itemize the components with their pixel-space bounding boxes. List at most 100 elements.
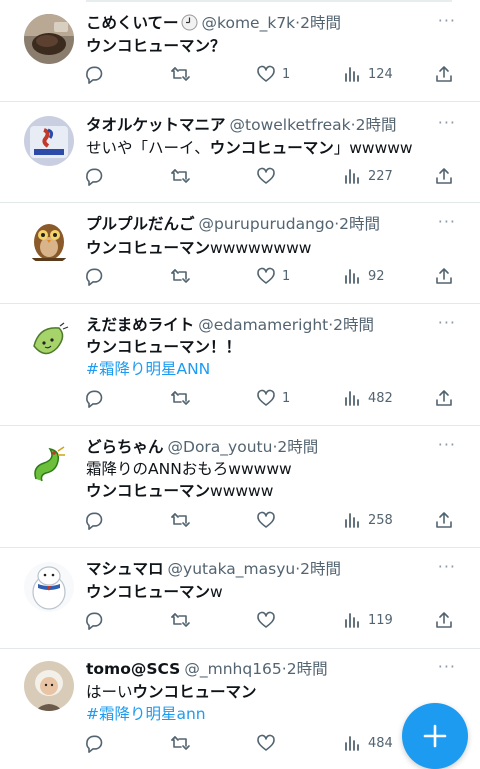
- retweet-button[interactable]: [170, 510, 196, 530]
- reply-button[interactable]: [84, 266, 110, 286]
- timestamp[interactable]: 2時間: [287, 660, 328, 678]
- views-button[interactable]: 258: [342, 510, 393, 530]
- avatar[interactable]: [24, 316, 74, 366]
- reply-button[interactable]: [84, 388, 110, 408]
- compose-tweet-button[interactable]: [402, 703, 468, 769]
- reply-icon: [86, 66, 103, 84]
- retweet-button[interactable]: [170, 388, 196, 408]
- views-button[interactable]: 124: [342, 64, 393, 84]
- more-options-icon[interactable]: ···: [438, 657, 456, 676]
- display-name[interactable]: どらちゃん: [86, 438, 164, 456]
- share-button[interactable]: [434, 266, 454, 286]
- retweet-icon: [171, 736, 190, 750]
- user-handle[interactable]: @towelketfreak: [230, 116, 351, 134]
- reply-button[interactable]: [84, 510, 110, 530]
- hashtag-link[interactable]: #霜降り明星ANN: [86, 360, 210, 378]
- avatar[interactable]: [24, 562, 74, 612]
- share-button[interactable]: [434, 64, 454, 84]
- share-button[interactable]: [434, 166, 454, 186]
- retweet-button[interactable]: [170, 64, 196, 84]
- like-button[interactable]: [256, 733, 282, 753]
- like-button[interactable]: [256, 610, 282, 630]
- share-icon: [436, 168, 452, 184]
- views-button[interactable]: 119: [342, 610, 393, 630]
- more-options-icon[interactable]: ···: [438, 212, 456, 231]
- share-icon: [436, 390, 452, 406]
- user-handle[interactable]: @_mnhq165: [184, 660, 281, 678]
- tweet-header: こめくいてー @kome_k7k·2時間: [86, 12, 440, 34]
- display-name[interactable]: プルプルだんご: [86, 215, 195, 233]
- reply-icon: [86, 168, 103, 186]
- more-options-icon[interactable]: ···: [438, 557, 456, 576]
- more-options-icon[interactable]: ···: [438, 313, 456, 332]
- timestamp[interactable]: 2時間: [339, 215, 380, 233]
- timestamp[interactable]: 2時間: [333, 316, 374, 334]
- tweet[interactable]: マシュマロ @yutaka_masyu·2時間 ··· ウンコヒューマンw 119: [0, 548, 480, 649]
- like-button[interactable]: [256, 510, 282, 530]
- share-button[interactable]: [434, 510, 454, 530]
- views-icon: [345, 169, 359, 184]
- timestamp[interactable]: 2時間: [300, 14, 341, 32]
- tweet[interactable]: えだまめライト @edamameright·2時間 ··· ウンコヒューマン！！ #…: [0, 304, 480, 426]
- tweet[interactable]: どらちゃん @Dora_youtu·2時間 ··· 霜降りのANNおもろwwwww…: [0, 426, 480, 548]
- tweet[interactable]: こめくいてー @kome_k7k·2時間 ··· ウンコヒューマン？ 1 124: [0, 0, 480, 102]
- views-icon: [345, 736, 359, 751]
- views-button[interactable]: 484: [342, 733, 393, 753]
- avatar[interactable]: [24, 215, 74, 265]
- reply-button[interactable]: [84, 64, 110, 84]
- more-options-icon[interactable]: ···: [438, 11, 456, 30]
- display-name[interactable]: マシュマロ: [86, 560, 164, 578]
- timestamp[interactable]: 2時間: [356, 116, 397, 134]
- like-button[interactable]: 1: [256, 64, 290, 84]
- retweet-button[interactable]: [170, 733, 196, 753]
- retweet-button[interactable]: [170, 610, 196, 630]
- views-button[interactable]: 92: [342, 266, 385, 286]
- tweet[interactable]: タオルケットマニア @towelketfreak·2時間 ··· せいや「ハーイ、…: [0, 102, 480, 203]
- user-handle[interactable]: @kome_k7k: [202, 14, 296, 32]
- like-button[interactable]: 1: [256, 388, 290, 408]
- retweet-button[interactable]: [170, 266, 196, 286]
- like-count: 1: [282, 66, 291, 82]
- retweet-button[interactable]: [170, 166, 196, 186]
- like-button[interactable]: 1: [256, 266, 290, 286]
- reply-button[interactable]: [84, 610, 110, 630]
- user-handle[interactable]: @Dora_youtu: [168, 438, 273, 456]
- tweet-text-line: #霜降り明星ANN: [86, 358, 460, 380]
- hashtag-link[interactable]: #霜降り明星ann: [86, 705, 206, 723]
- more-options-icon[interactable]: ···: [438, 113, 456, 132]
- tweet-text-segment: w: [210, 583, 223, 601]
- views-button[interactable]: 482: [342, 388, 393, 408]
- like-icon: [257, 389, 275, 406]
- tweet-text: ウンコヒューマン？: [86, 35, 460, 57]
- display-name[interactable]: tomo@SCS: [86, 660, 180, 678]
- avatar[interactable]: [24, 116, 74, 166]
- user-handle[interactable]: @purupurudango: [199, 215, 335, 233]
- tweet[interactable]: プルプルだんご @purupurudango·2時間 ··· ウンコヒューマンww…: [0, 203, 480, 304]
- avatar[interactable]: [24, 14, 74, 64]
- display-name[interactable]: えだまめライト: [86, 316, 194, 334]
- avatar[interactable]: [24, 661, 74, 711]
- views-button[interactable]: 227: [342, 166, 393, 186]
- display-name[interactable]: タオルケットマニア: [86, 116, 226, 134]
- reply-button[interactable]: [84, 166, 110, 186]
- user-handle[interactable]: @yutaka_masyu: [168, 560, 296, 578]
- like-icon: [257, 734, 275, 751]
- avatar[interactable]: [24, 439, 74, 489]
- user-handle[interactable]: @edamameright: [198, 316, 328, 334]
- reply-button[interactable]: [84, 733, 110, 753]
- tweet-text-line: せいや「ハーイ、ウンコヒューマン」wwwww: [86, 137, 460, 159]
- tweet-header: どらちゃん @Dora_youtu·2時間: [86, 436, 440, 458]
- views-count: 119: [368, 612, 393, 628]
- retweet-icon: [171, 513, 190, 527]
- like-button[interactable]: [256, 166, 282, 186]
- share-icon: [436, 512, 452, 528]
- tweet-text-line: 霜降りのANNおもろwwwww: [86, 458, 460, 480]
- more-options-icon[interactable]: ···: [438, 435, 456, 454]
- share-button[interactable]: [434, 610, 454, 630]
- timestamp[interactable]: 2時間: [277, 438, 318, 456]
- tweet-header: tomo@SCS @_mnhq165·2時間: [86, 658, 440, 680]
- timestamp[interactable]: 2時間: [300, 560, 341, 578]
- share-button[interactable]: [434, 388, 454, 408]
- display-name[interactable]: こめくいてー: [86, 14, 179, 32]
- retweet-icon: [171, 67, 190, 81]
